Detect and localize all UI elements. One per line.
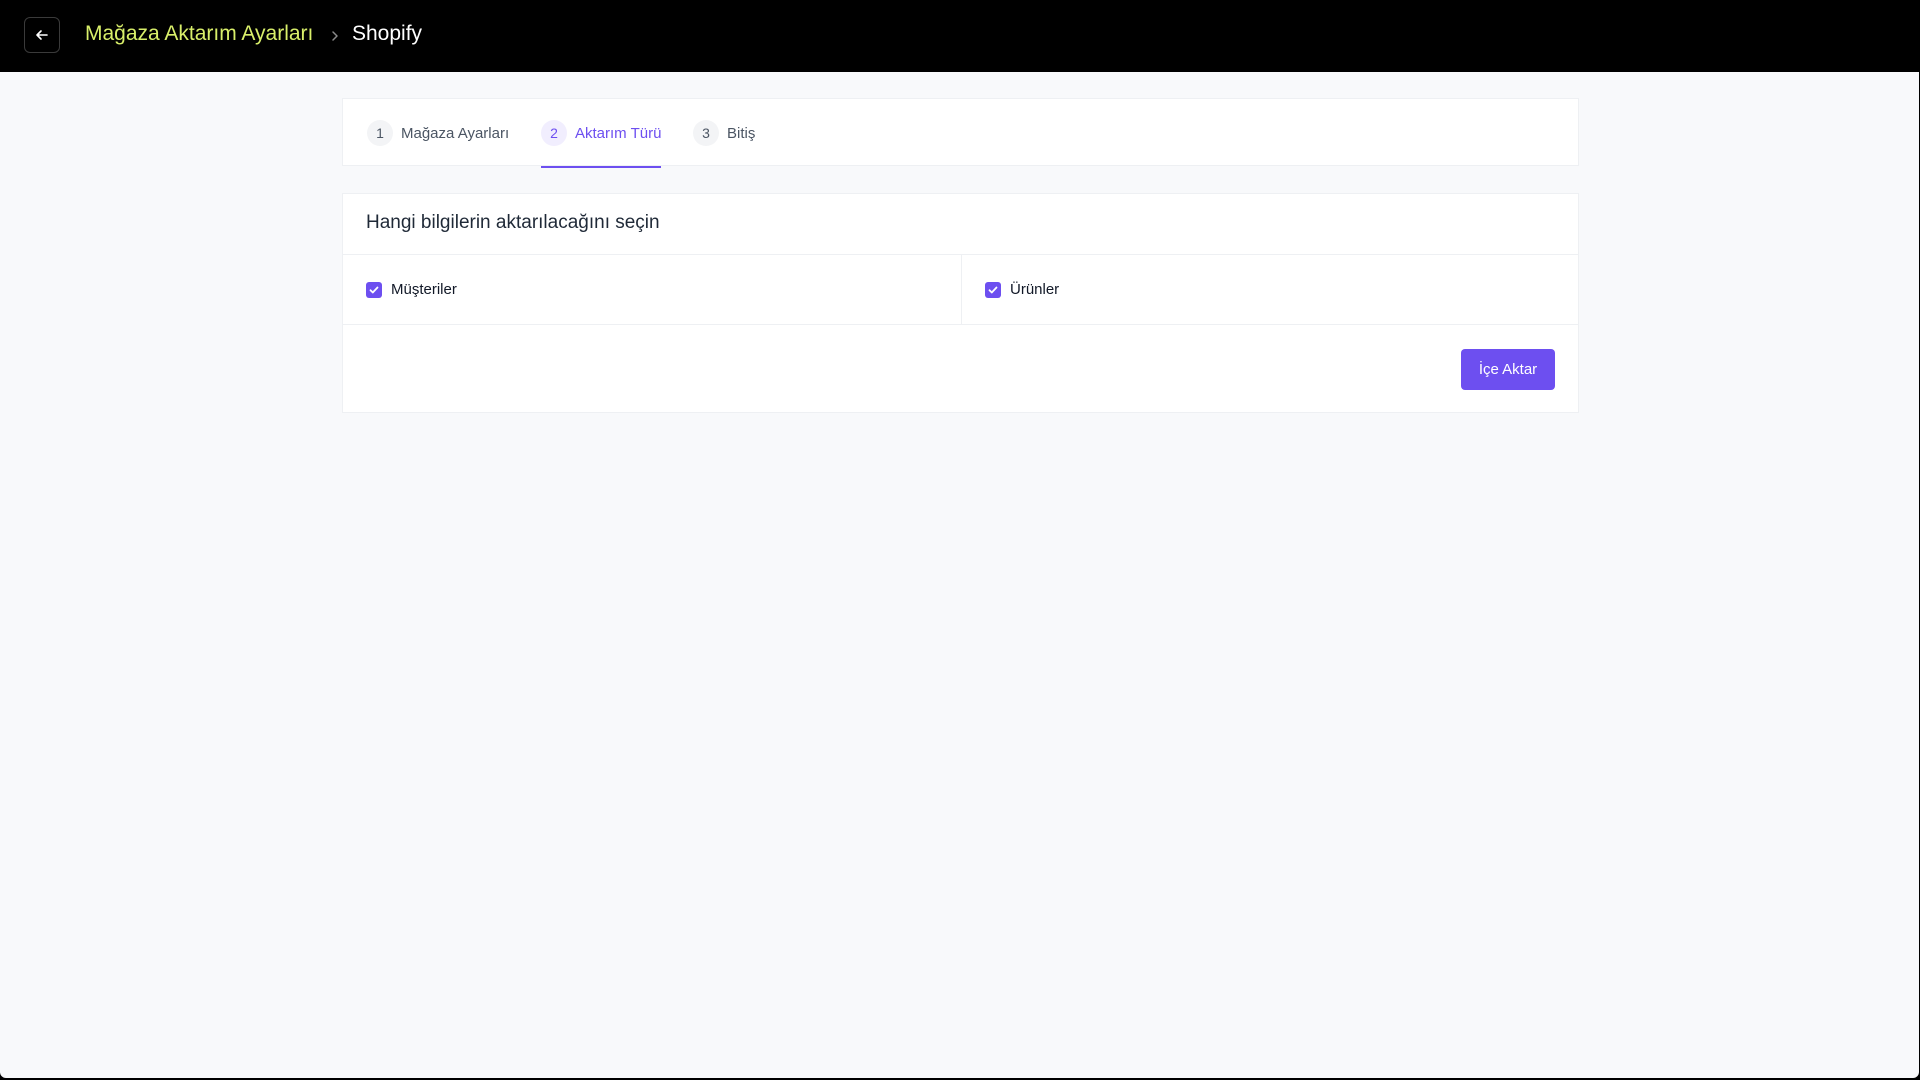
step-label: Mağaza Ayarları [401, 124, 510, 142]
step-label: Bitiş [727, 124, 756, 142]
step-number: 3 [693, 120, 719, 146]
option-label: Ürünler [1010, 281, 1060, 298]
check-icon [988, 286, 998, 293]
products-checkbox[interactable] [985, 281, 1001, 298]
option-label: Müşteriler [391, 281, 457, 298]
import-button[interactable]: İçe Aktar [1461, 349, 1555, 390]
option-products[interactable]: Ürünler [985, 255, 1059, 324]
step-store-settings[interactable]: 1 Mağaza Ayarları [367, 99, 509, 167]
step-import-type[interactable]: 2 Aktarım Türü [541, 99, 662, 168]
app-window: Mağaza Aktarım Ayarları Shopify 1 Mağaza… [0, 0, 1919, 1078]
breadcrumb-current: Shopify [352, 22, 423, 45]
step-number: 1 [367, 120, 393, 146]
divider [343, 324, 1578, 325]
check-icon [369, 286, 379, 293]
option-customers[interactable]: Müşteriler [366, 255, 457, 324]
step-number: 2 [541, 120, 567, 146]
divider [961, 255, 962, 324]
card-title: Hangi bilgilerin aktarılacağını seçin [366, 212, 660, 233]
arrow-left-icon [36, 30, 48, 40]
chevron-right-icon [332, 31, 338, 41]
step-label: Aktarım Türü [575, 124, 662, 142]
stepper: 1 Mağaza Ayarları 2 Aktarım Türü 3 Bitiş [342, 98, 1579, 168]
customers-checkbox[interactable] [366, 281, 382, 298]
top-bar: Mağaza Aktarım Ayarları Shopify [0, 0, 1919, 72]
breadcrumb-parent-link[interactable]: Mağaza Aktarım Ayarları [85, 22, 313, 46]
step-finish[interactable]: 3 Bitiş [693, 99, 755, 167]
import-options-card: Hangi bilgilerin aktarılacağını seçin Mü… [342, 193, 1579, 413]
back-button[interactable] [24, 17, 60, 53]
